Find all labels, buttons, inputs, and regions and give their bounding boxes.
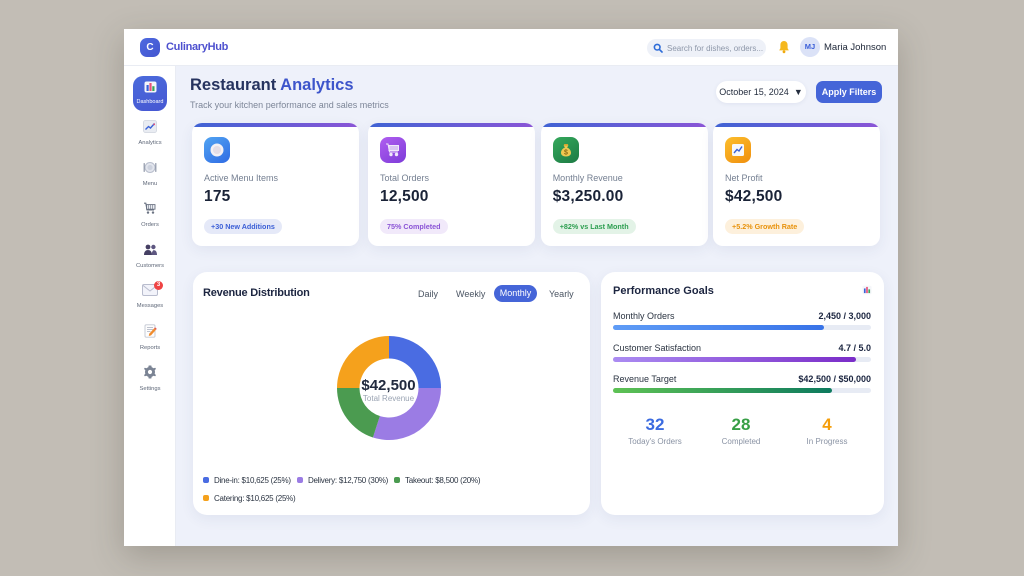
svg-text:$: $ [564, 149, 568, 156]
